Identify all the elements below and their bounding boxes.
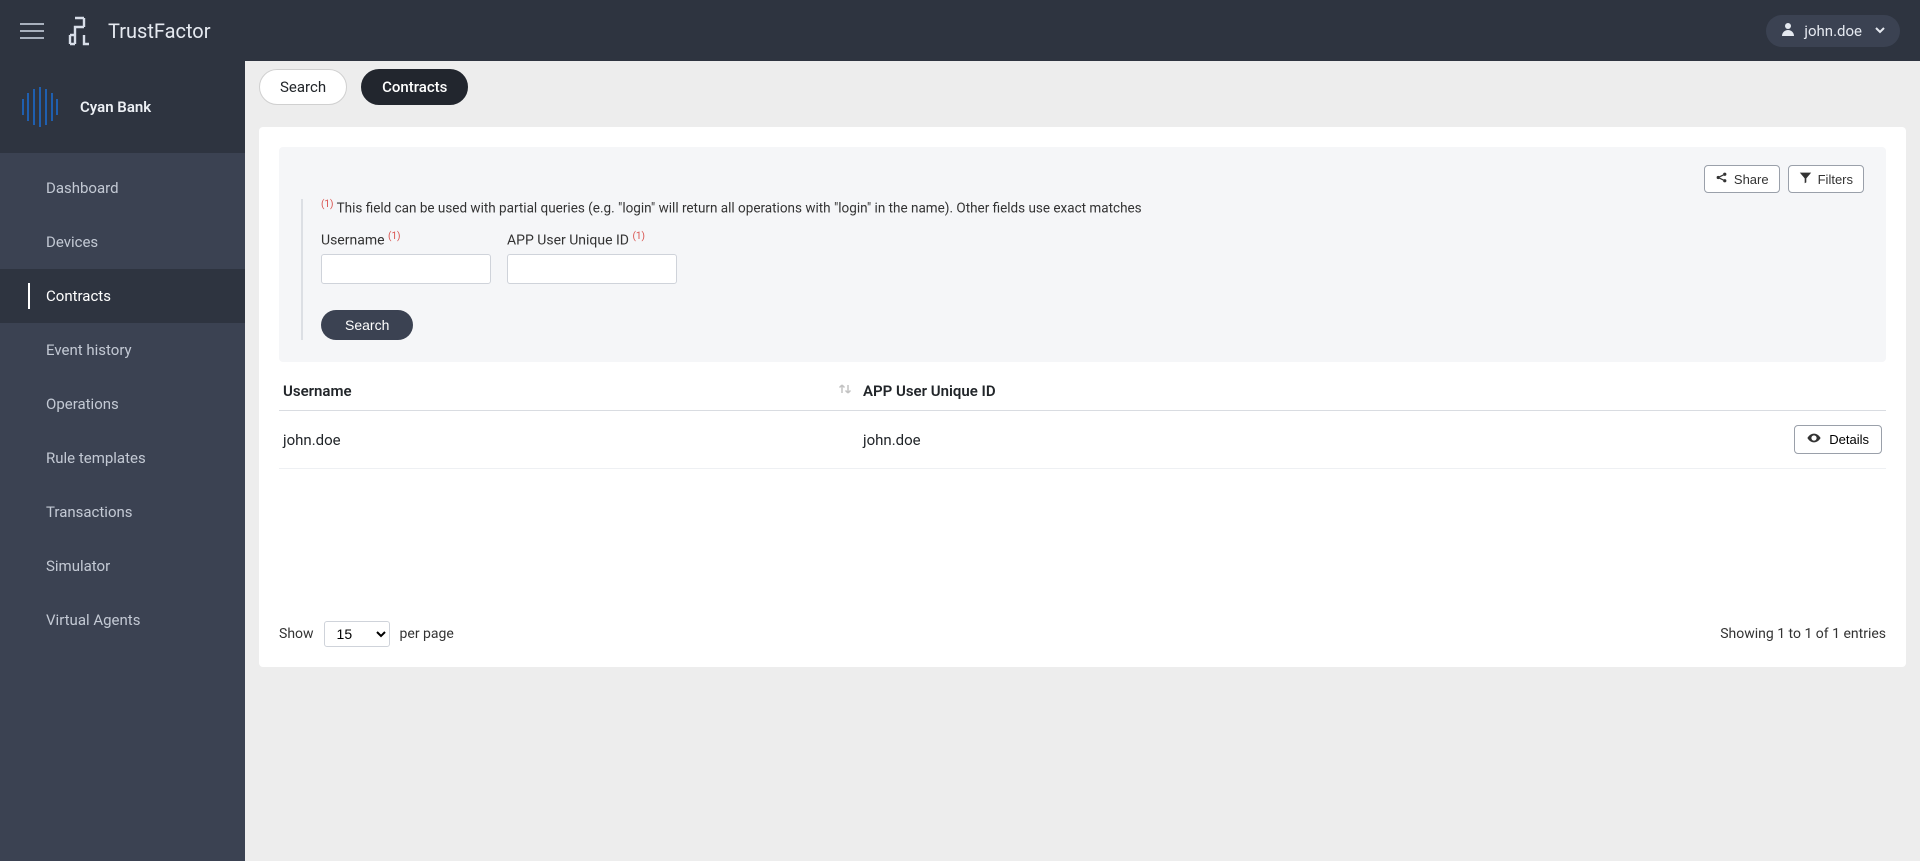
user-name: john.doe (1804, 22, 1862, 40)
share-button[interactable]: Share (1704, 165, 1780, 193)
filters-button[interactable]: Filters (1788, 165, 1864, 193)
hint-text: This field can be used with partial quer… (337, 201, 1142, 217)
user-menu[interactable]: john.doe (1766, 15, 1900, 47)
sidebar-item-dashboard[interactable]: Dashboard (0, 161, 245, 215)
chevron-down-icon (1874, 22, 1886, 40)
username-label-text: Username (321, 232, 385, 248)
sidebar-item-contracts[interactable]: Contracts (0, 269, 245, 323)
topbar: TrustFactor john.doe (0, 0, 1920, 61)
tenant-logo-icon (14, 81, 66, 133)
user-icon (1780, 21, 1796, 41)
col-header-username-text: Username (283, 382, 352, 400)
brand-area: TrustFactor (62, 14, 210, 48)
sidebar-item-virtual-agents[interactable]: Virtual Agents (0, 593, 245, 647)
filters-label: Filters (1818, 172, 1853, 187)
details-label: Details (1829, 432, 1869, 447)
sidebar-item-devices[interactable]: Devices (0, 215, 245, 269)
cell-username: john.doe (283, 431, 863, 449)
eye-icon (1807, 431, 1821, 448)
page-size-select[interactable]: 15 (324, 621, 390, 647)
search-button[interactable]: Search (321, 310, 413, 340)
username-input[interactable] (321, 254, 491, 284)
appid-input[interactable] (507, 254, 677, 284)
content-card: Share Filters (1) This field can be (259, 127, 1906, 667)
table-row: john.doe john.doe Details (279, 411, 1886, 469)
appid-sup: (1) (632, 231, 645, 242)
tenant-header: Cyan Bank (0, 61, 245, 153)
sidebar: Cyan Bank Dashboard Devices Contracts Ev… (0, 61, 245, 861)
col-header-username[interactable]: Username (283, 382, 863, 400)
username-label: Username (1) (321, 231, 491, 249)
sidebar-item-simulator[interactable]: Simulator (0, 539, 245, 593)
sidebar-item-rule-templates[interactable]: Rule templates (0, 431, 245, 485)
col-header-appid[interactable]: APP User Unique ID (863, 382, 1782, 400)
sort-icon (837, 382, 853, 400)
sup-mark: (1) (321, 199, 334, 210)
main-area: Search Contracts Share (245, 61, 1920, 861)
details-button[interactable]: Details (1794, 425, 1882, 454)
username-sup: (1) (388, 231, 401, 242)
cell-appid: john.doe (863, 431, 1782, 449)
appid-label: APP User Unique ID (1) (507, 231, 677, 249)
appid-label-text: APP User Unique ID (507, 232, 629, 248)
search-hint: (1) This field can be used with partial … (321, 199, 1864, 217)
field-appid: APP User Unique ID (1) (507, 231, 677, 285)
brand-name: TrustFactor (108, 19, 210, 43)
sidebar-nav: Dashboard Devices Contracts Event histor… (0, 153, 245, 647)
tenant-name: Cyan Bank (80, 98, 151, 116)
tab-bar: Search Contracts (245, 61, 1920, 113)
share-label: Share (1734, 172, 1769, 187)
pagination: Show 15 per page Showing 1 to 1 of 1 ent… (279, 611, 1886, 647)
tab-search[interactable]: Search (259, 69, 347, 105)
brand-logo-icon (62, 14, 96, 48)
table-header: Username APP User Unique ID (279, 372, 1886, 411)
per-page-label: per page (400, 626, 454, 642)
sidebar-item-operations[interactable]: Operations (0, 377, 245, 431)
field-username: Username (1) (321, 231, 491, 285)
share-icon (1715, 171, 1728, 187)
filter-icon (1799, 171, 1812, 187)
pagination-summary: Showing 1 to 1 of 1 entries (1720, 626, 1886, 642)
results-table: Username APP User Unique ID john.doe joh… (279, 372, 1886, 469)
show-label: Show (279, 626, 314, 642)
sidebar-item-event-history[interactable]: Event history (0, 323, 245, 377)
search-panel: Share Filters (1) This field can be (279, 147, 1886, 362)
hamburger-menu-icon[interactable] (20, 19, 44, 43)
sidebar-item-transactions[interactable]: Transactions (0, 485, 245, 539)
tab-contracts[interactable]: Contracts (361, 69, 468, 105)
